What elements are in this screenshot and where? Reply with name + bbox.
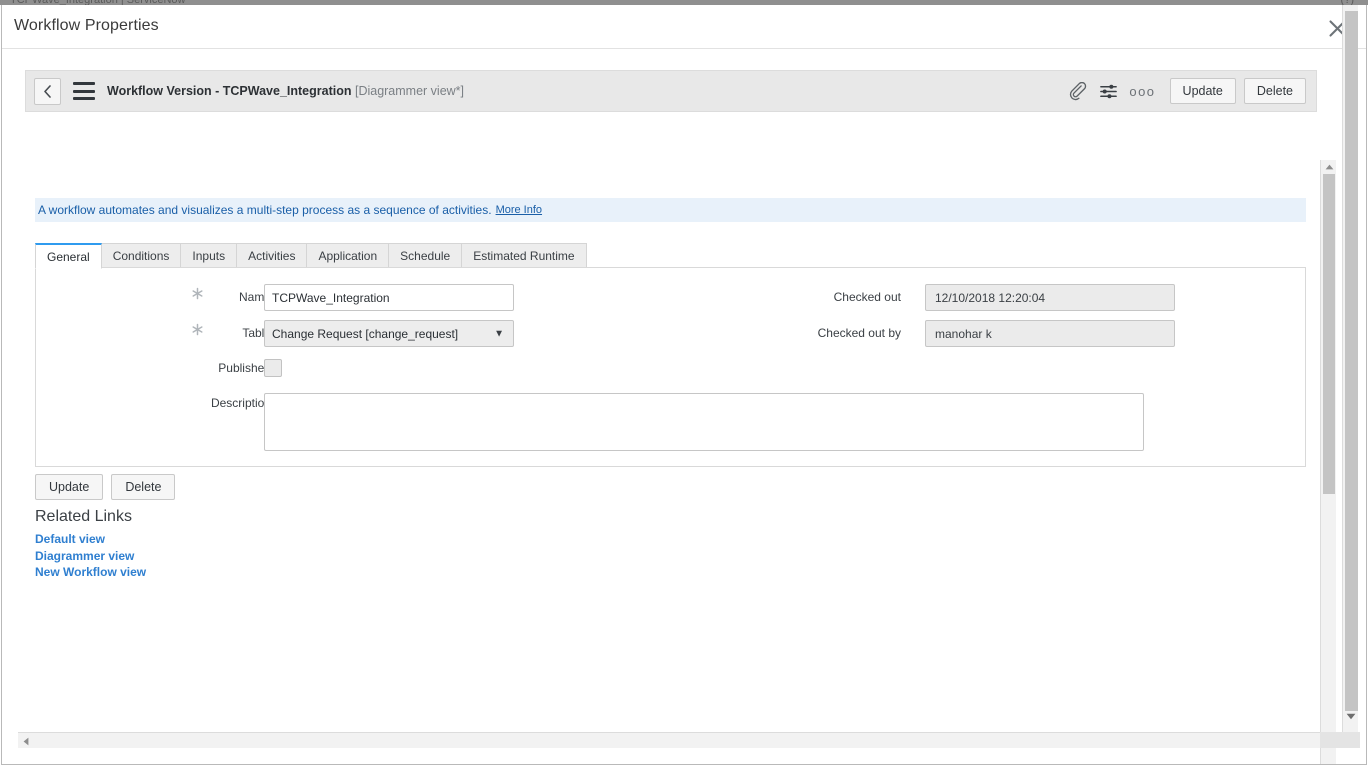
caret-left-icon[interactable]: [18, 733, 34, 749]
record-header-toolbar: Workflow Version - TCPWave_Integration […: [25, 70, 1317, 112]
label-name: Name: [208, 290, 271, 304]
form-action-buttons: Update Delete: [35, 474, 175, 500]
more-info-link[interactable]: More Info: [496, 204, 542, 216]
checked-out-by-text: manohar k: [935, 327, 992, 341]
hamburger-bar: [73, 97, 95, 100]
checked-out-value: 12/10/2018 12:20:04: [925, 284, 1175, 311]
inner-vertical-scrollbar[interactable]: [1320, 160, 1336, 765]
record-title-view-suffix: [Diagrammer view*]: [355, 84, 464, 98]
dialog-title: Workflow Properties: [14, 17, 159, 35]
tab-schedule[interactable]: Schedule: [388, 243, 461, 268]
header-update-button[interactable]: Update: [1170, 78, 1236, 104]
label-description: Description: [176, 396, 271, 410]
hamburger-menu-icon[interactable]: [73, 82, 95, 100]
tab-general[interactable]: General: [35, 243, 102, 269]
header-delete-button[interactable]: Delete: [1244, 78, 1306, 104]
chevron-down-icon: ▼: [494, 328, 504, 339]
info-banner-text: A workflow automates and visualizes a mu…: [38, 203, 492, 217]
scrollbar-corner: [1320, 732, 1360, 748]
label-published: Published: [176, 361, 271, 375]
window-vertical-scrollbar-thumb[interactable]: [1345, 11, 1358, 711]
workflow-properties-dialog: Workflow Properties Workflow Version - T…: [1, 5, 1367, 765]
required-asterisk-icon: [191, 323, 204, 336]
label-table: Table: [208, 326, 271, 340]
tab-application[interactable]: Application: [306, 243, 388, 268]
tab-activities[interactable]: Activities: [236, 243, 306, 268]
inner-vertical-scrollbar-thumb[interactable]: [1323, 174, 1335, 494]
general-tab-panel: Name Table Change Request [chan: [35, 267, 1306, 467]
checked-out-by-value: manohar k: [925, 320, 1175, 347]
label-checked-out: Checked out: [666, 290, 901, 304]
update-button[interactable]: Update: [35, 474, 103, 500]
delete-button[interactable]: Delete: [111, 474, 175, 500]
hamburger-bar: [73, 90, 95, 93]
required-asterisk-icon: [191, 287, 204, 300]
sliders-icon[interactable]: [1093, 76, 1123, 106]
published-checkbox[interactable]: [264, 359, 282, 377]
window-vertical-scrollbar[interactable]: [1342, 5, 1358, 739]
more-options-icon[interactable]: ooo: [1123, 85, 1161, 98]
related-link-new-workflow-view[interactable]: New Workflow view: [35, 564, 146, 581]
info-banner: A workflow automates and visualizes a mu…: [35, 198, 1306, 222]
paperclip-icon[interactable]: [1063, 76, 1093, 106]
tab-estimated-runtime[interactable]: Estimated Runtime: [461, 243, 586, 268]
tab-conditions[interactable]: Conditions: [102, 243, 181, 268]
label-checked-out-by: Checked out by: [666, 326, 901, 340]
related-link-diagrammer-view[interactable]: Diagrammer view: [35, 548, 146, 565]
dialog-content: Workflow Version - TCPWave_Integration […: [2, 50, 1367, 764]
caret-up-icon[interactable]: [1321, 160, 1337, 173]
hamburger-bar: [73, 82, 95, 85]
record-title-main: Workflow Version - TCPWave_Integration: [107, 84, 351, 98]
dialog-titlebar: Workflow Properties: [2, 5, 1366, 49]
name-input[interactable]: [264, 284, 514, 311]
related-links-section: Related Links Default view Diagrammer vi…: [35, 508, 146, 581]
caret-down-icon[interactable]: [1343, 709, 1359, 723]
form-tabs: General Conditions Inputs Activities App…: [35, 243, 587, 268]
related-links-heading: Related Links: [35, 508, 146, 526]
description-textarea[interactable]: [264, 393, 1144, 451]
tab-inputs[interactable]: Inputs: [180, 243, 236, 268]
related-link-default-view[interactable]: Default view: [35, 531, 146, 548]
record-title: Workflow Version - TCPWave_Integration […: [107, 84, 464, 98]
table-select-value: Change Request [change_request]: [272, 327, 458, 341]
table-select[interactable]: Change Request [change_request] ▼: [264, 320, 514, 347]
back-button[interactable]: [34, 78, 61, 105]
horizontal-scrollbar[interactable]: [18, 732, 1336, 748]
record-header-actions: ooo Update Delete: [1063, 76, 1306, 106]
checked-out-text: 12/10/2018 12:20:04: [935, 291, 1045, 305]
